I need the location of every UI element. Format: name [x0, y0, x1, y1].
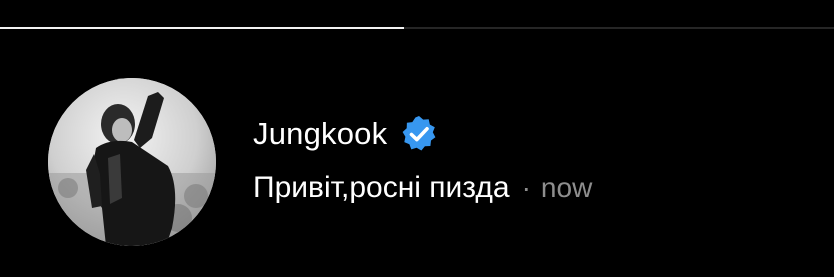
sender-row: Jungkook [253, 114, 439, 154]
timestamp: now [540, 172, 593, 203]
verified-badge-icon [399, 114, 439, 154]
story-progress-fill [0, 27, 405, 29]
story-progress-bar [0, 27, 834, 29]
separator-dot: · [521, 172, 531, 203]
message-text: Привіт,росні пизда [253, 171, 510, 204]
avatar-photo [48, 78, 216, 246]
avatar[interactable] [48, 78, 216, 246]
message-row: Привіт,росні пизда · now [253, 168, 592, 208]
username[interactable]: Jungkook [253, 116, 387, 152]
